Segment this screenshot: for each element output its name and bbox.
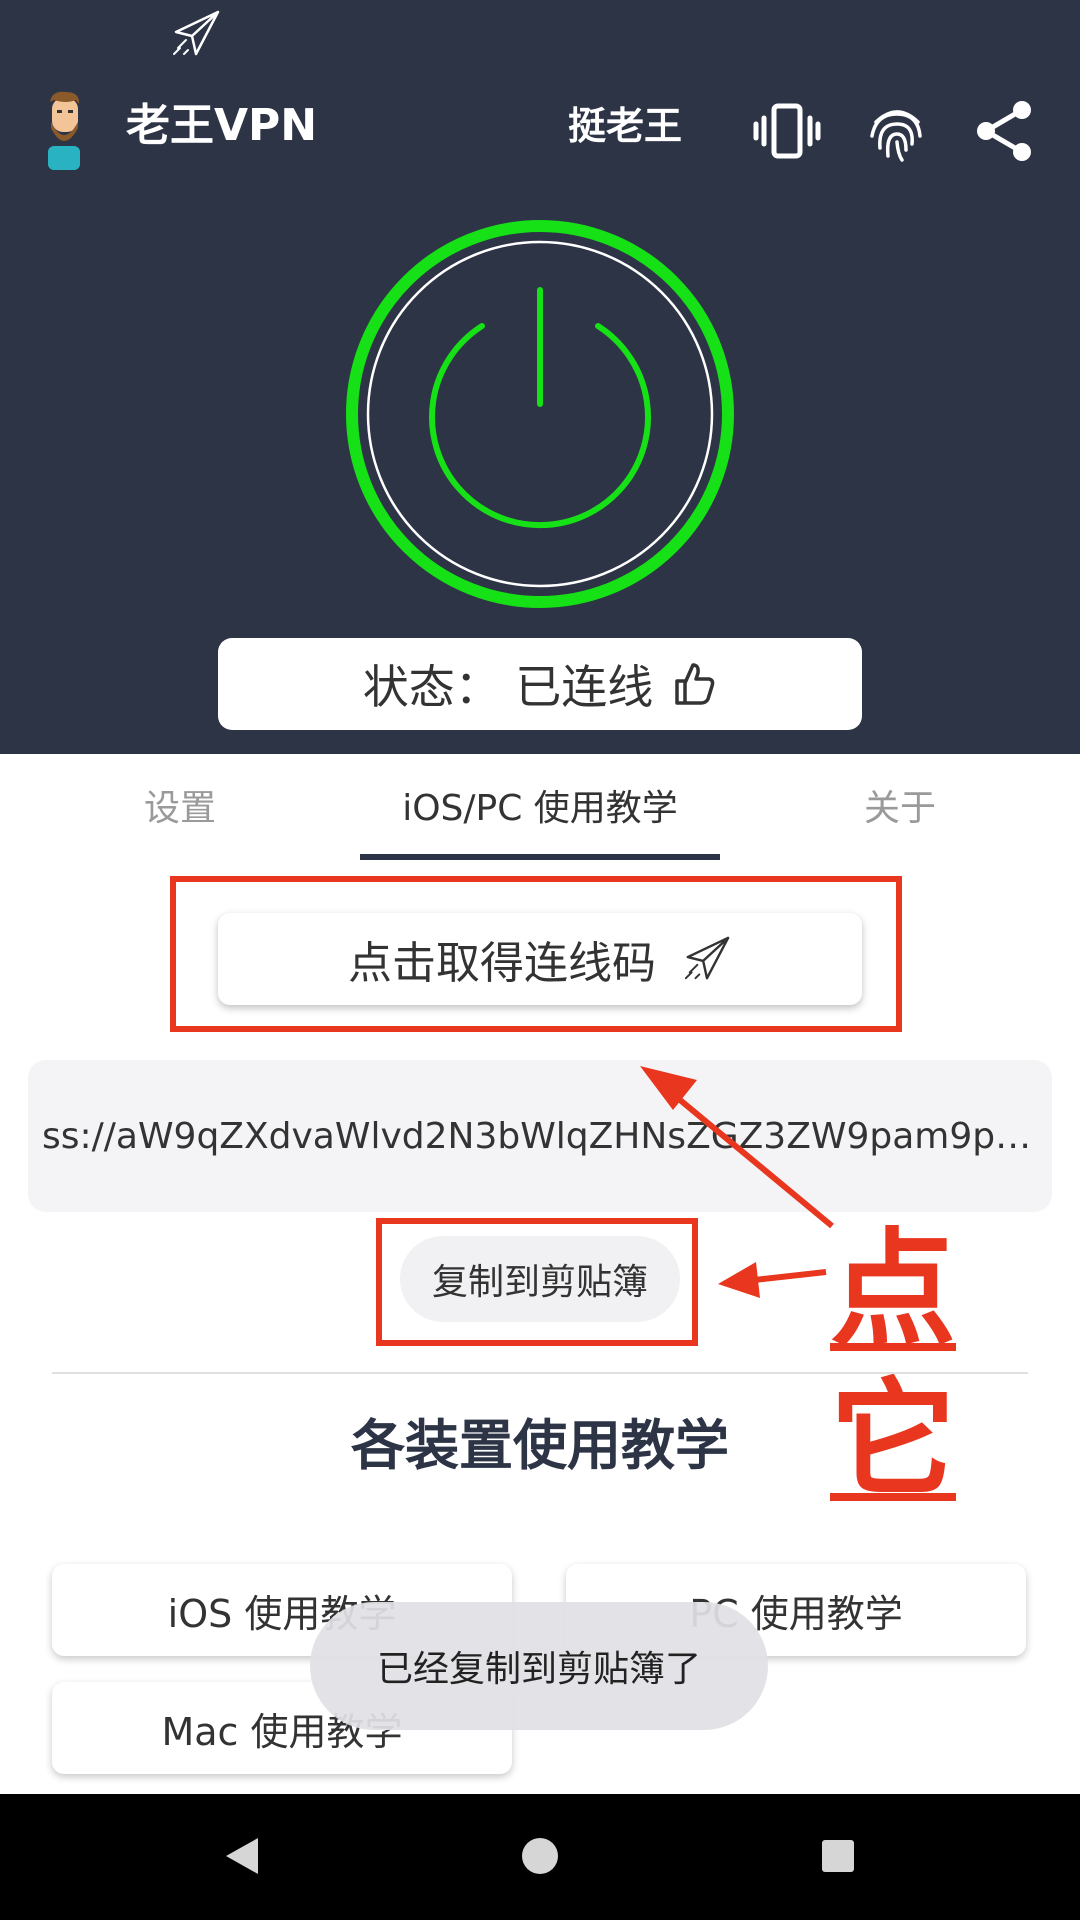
share-icon[interactable] [970,96,1040,166]
app-bar: 老王VPN 挺老王 [0,70,1080,190]
divider [52,1372,1028,1374]
home-icon[interactable] [508,1824,572,1888]
app-title: 老王VPN [126,100,318,151]
connection-code-value: ss://aW9qZXdvaWlvd2N3bWlqZHNsZGZ3ZW9pam9… [42,1115,1038,1157]
status-bar [0,0,1080,70]
paper-plane-icon [173,10,220,56]
thumbs-up-icon [675,663,715,705]
status-text: 状态： 已连线 [362,660,654,714]
support-button[interactable]: 挺老王 [568,100,682,152]
toast-message: 已经复制到剪贴簿了 [310,1602,768,1730]
vibrate-icon[interactable] [752,96,822,166]
tab-settings[interactable]: 设置 [60,784,300,834]
back-icon[interactable] [210,1824,274,1888]
tab-indicator [360,854,720,860]
tab-about[interactable]: 关于 [780,784,1020,834]
status-badge: 状态： 已连线 [218,638,862,730]
connection-code-field[interactable]: ss://aW9qZXdvaWlvd2N3bWlqZHNsZGZ3ZW9pam9… [28,1060,1052,1212]
annotation-box-copy [376,1218,698,1346]
avatar-icon [48,91,80,170]
recent-apps-icon[interactable] [806,1824,870,1888]
system-nav-bar [0,1794,1080,1920]
section-title: 各装置使用教学 [351,1414,729,1477]
tab-bar: 设置 iOS/PC 使用教学 关于 [0,754,1080,864]
tab-tutorial[interactable]: iOS/PC 使用教学 [360,784,720,834]
power-button[interactable] [344,218,736,610]
annotation-box-get-code [170,876,902,1032]
fingerprint-icon[interactable] [862,96,932,166]
connection-panel: 状态： 已连线 [0,190,1080,754]
